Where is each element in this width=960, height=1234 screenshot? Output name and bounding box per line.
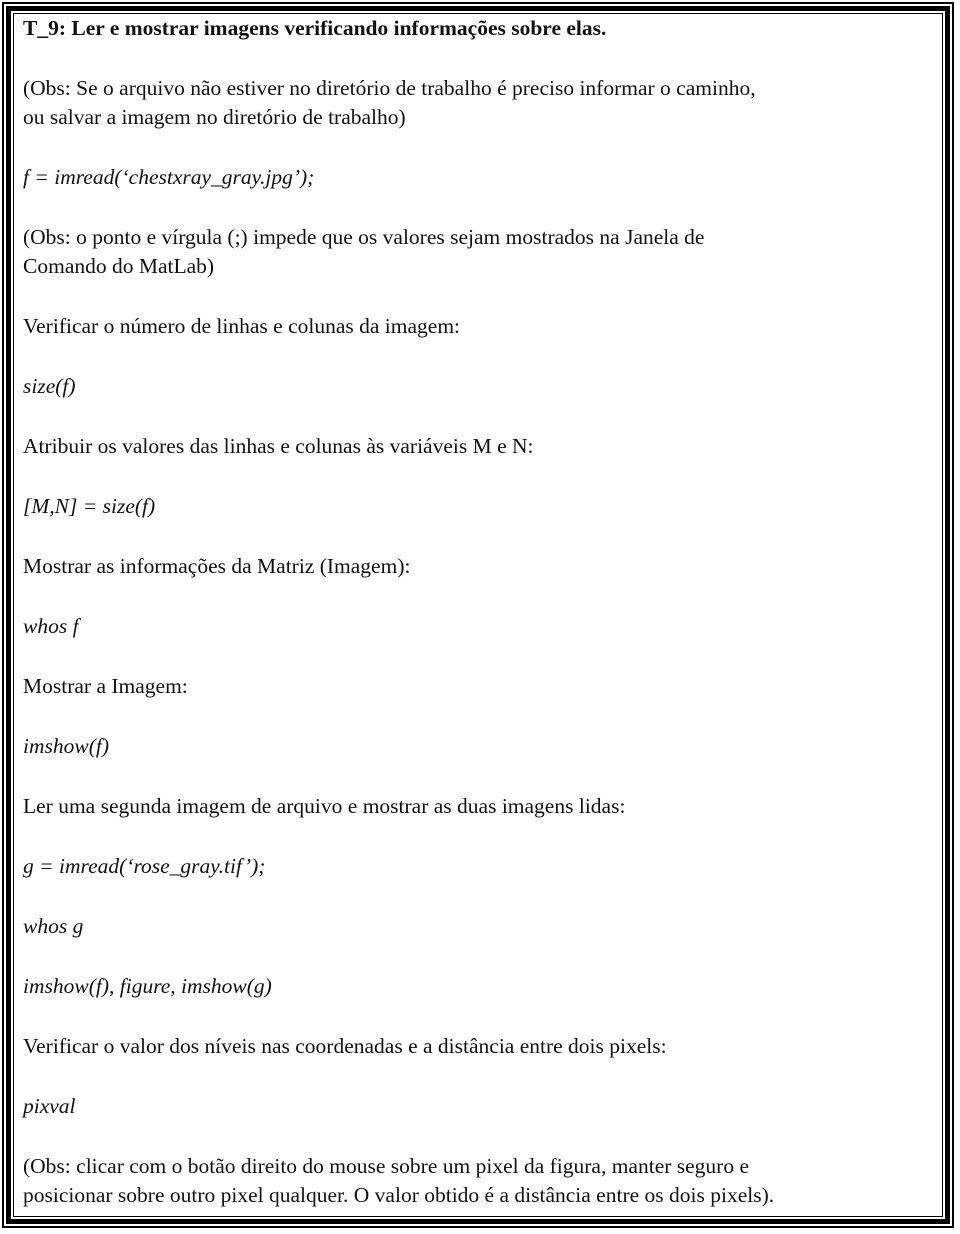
instruction-matrix-info: Mostrar as informações da Matriz (Imagem… [23,554,411,578]
instruction-show-image: Mostrar a Imagem: [23,674,188,698]
code-imshow-both: imshow(f), figure, imshow(g) [23,974,272,998]
note-semicolon: (Obs: o ponto e vírgula (;) impede que o… [23,223,923,281]
code-imread-g: g = imread(‘rose_gray.tif’); [23,854,266,878]
text-line: ou salvar a imagem no diretório de traba… [23,105,406,129]
code-mn-size: [M,N] = size(f) [23,494,156,518]
note-pixel-distance: (Obs: clicar com o botão direito do mous… [23,1152,923,1210]
instruction-assign-mn: Atribuir os valores das linhas e colunas… [23,434,534,458]
code-imread-f: f = imread(‘chestxray_gray.jpg’); [23,165,315,189]
instruction-second-image: Ler uma segunda imagem de arquivo e most… [23,794,626,818]
note-working-directory: (Obs: Se o arquivo não estiver no diretó… [23,74,923,132]
code-imshow-f: imshow(f) [23,734,109,758]
code-size: size(f) [23,374,76,398]
instruction-pixel-levels: Verificar o valor dos níveis nas coorden… [23,1034,667,1058]
code-whos-g: whos g [23,914,84,938]
document-content: T_9: Ler e mostrar imagens verificando i… [23,14,923,1210]
text-line: (Obs: o ponto e vírgula (;) impede que o… [23,225,705,249]
text-line: Comando do MatLab) [23,254,215,278]
code-pixval: pixval [23,1094,76,1118]
text-line: (Obs: Se o arquivo não estiver no diretó… [23,76,756,100]
text-line: (Obs: clicar com o botão direito do mous… [23,1154,750,1178]
instruction-size: Verificar o número de linhas e colunas d… [23,314,461,338]
code-whos-f: whos f [23,614,79,638]
text-line: posicionar sobre outro pixel qualquer. O… [23,1183,775,1207]
document-title: T_9: Ler e mostrar imagens verificando i… [23,16,607,40]
